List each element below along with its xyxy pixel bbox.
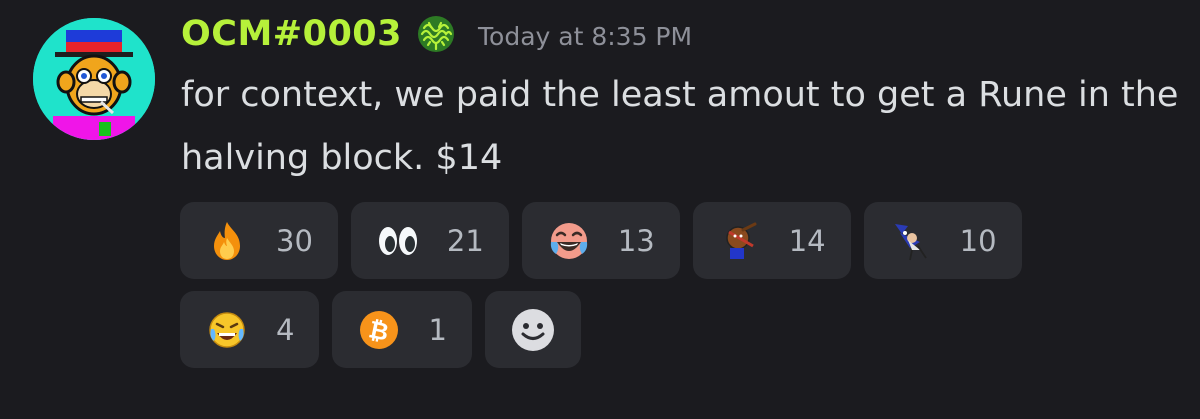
add-reaction-button[interactable] (484, 291, 581, 368)
message-content: for context, we paid the least amout to … (181, 75, 1179, 178)
username[interactable]: OCM#0003 (181, 14, 402, 54)
reaction-count: 14 (788, 223, 826, 258)
reaction-count: 1 (428, 312, 447, 347)
role-badge-icon[interactable] (416, 14, 456, 54)
custom-wizard-emoji-icon (890, 220, 932, 262)
message-header: OCM#0003 Today at 8:35 PM (181, 8, 692, 60)
pixel-crying-laughing-emoji-icon (206, 309, 248, 351)
reaction-count: 4 (276, 312, 295, 347)
reactions-bar: 30 21 13 14 10 4 ₿ 1 (180, 202, 1140, 368)
custom-monkey-emoji-icon (719, 220, 761, 262)
chat-message: OCM#0003 Today at 8:35 PM for context, w… (0, 0, 1200, 419)
reaction-count: 21 (446, 223, 484, 258)
bitcoin-emoji-icon: ₿ (358, 309, 400, 351)
reaction-laughing[interactable]: 13 (521, 202, 680, 279)
add-reaction-smiley-icon (511, 308, 554, 351)
reaction-bitcoin[interactable]: ₿ 1 (332, 291, 472, 368)
fire-emoji-icon (206, 220, 248, 262)
laughing-crying-face-icon (548, 220, 590, 262)
timestamp: Today at 8:35 PM (478, 21, 693, 51)
reaction-count: 30 (276, 223, 313, 258)
reaction-fire[interactable]: 30 (180, 202, 338, 279)
reaction-custom-monkey[interactable]: 14 (692, 202, 851, 279)
reaction-custom-wizard[interactable]: 10 (863, 202, 1022, 279)
reaction-count: 13 (617, 223, 655, 258)
eyes-emoji-icon (377, 220, 419, 262)
reaction-count: 10 (959, 223, 997, 258)
user-avatar[interactable] (33, 18, 155, 140)
reaction-pixel-laughing[interactable]: 4 (180, 291, 320, 368)
reaction-eyes[interactable]: 21 (350, 202, 509, 279)
